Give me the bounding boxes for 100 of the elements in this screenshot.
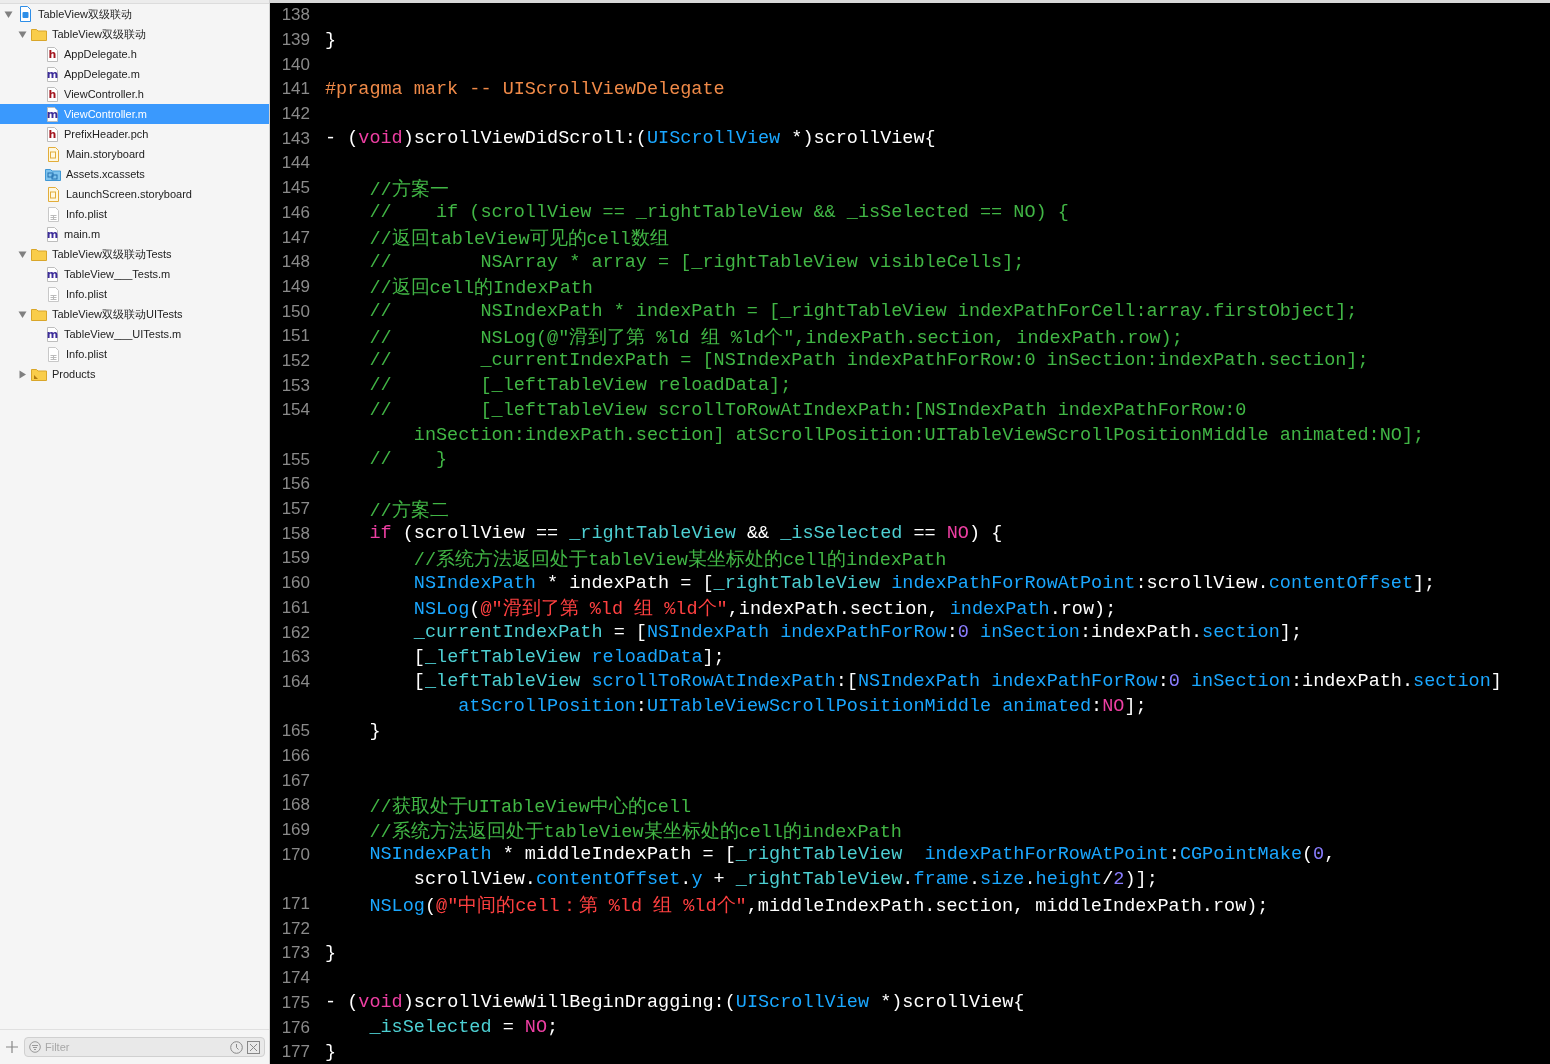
plist-file-icon	[45, 346, 61, 362]
tree-row[interactable]: Info.plist	[0, 344, 269, 364]
tree-row[interactable]: Info.plist	[0, 204, 269, 224]
tree-row[interactable]: m TableView___UITests.m	[0, 324, 269, 344]
line-number: 150	[280, 301, 310, 322]
code-line: // [_leftTableView scrollToRowAtIndexPath:[NSIndexPath indexPathForRow:0	[368, 399, 1247, 421]
code-line: //返回tableView可见的cell数组	[368, 227, 669, 251]
line-number: 173	[280, 943, 310, 964]
line-number: 145	[280, 178, 310, 199]
line-number: 170	[280, 844, 310, 865]
line-number: 171	[280, 894, 310, 915]
line-number: 148	[280, 252, 310, 273]
tree-row[interactable]: m ViewController.m	[0, 104, 269, 124]
file-name: TableView___Tests.m	[64, 268, 171, 280]
tree-row[interactable]: m main.m	[0, 224, 269, 244]
storyboard-file-icon	[45, 186, 61, 202]
disclosure-triangle-icon[interactable]	[18, 29, 27, 39]
source-file-icon: h	[46, 46, 59, 62]
tree-row[interactable]: TableView双级联动	[0, 4, 269, 24]
tree-row[interactable]: LaunchScreen.storyboard	[0, 184, 269, 204]
code-line: }	[368, 720, 381, 742]
tree-row[interactable]: h ViewController.h	[0, 84, 269, 104]
code-line: //方案一	[368, 178, 449, 201]
code-line: //系统方法返回处于tableView某坐标处的cell的indexPath	[412, 548, 947, 571]
line-number: 177	[280, 1042, 310, 1063]
line-number: 138	[280, 5, 310, 26]
line-number: 154	[280, 400, 310, 421]
code-line: //获取处于UITableView中心的cell	[368, 795, 692, 818]
code-line: // }	[368, 449, 448, 471]
source-file-icon: h	[46, 126, 59, 142]
code-line: }	[325, 1041, 337, 1063]
source-file-icon: m	[46, 66, 59, 82]
line-number: 157	[280, 499, 310, 520]
clock-icon[interactable]	[230, 1041, 243, 1054]
code-line: // NSLog(@"滑到了第 %ld 组 %ld个",indexPath.section, indexPath.row);	[368, 326, 1183, 349]
line-number: 151	[280, 326, 310, 347]
line-number: 164	[280, 671, 310, 692]
line-number: 160	[280, 573, 310, 594]
tree-row[interactable]: TableView双级联动UITests	[0, 304, 269, 324]
tree-row[interactable]: m AppDelegate.m	[0, 64, 269, 84]
line-number: 158	[280, 523, 310, 544]
file-name: Info.plist	[66, 208, 107, 220]
code-line: }	[325, 942, 337, 964]
source-file-icon: m	[46, 106, 59, 122]
line-number: 143	[280, 128, 310, 149]
tree-row[interactable]: Main.storyboard	[0, 144, 269, 164]
folder-icon	[31, 306, 47, 322]
tree-row[interactable]: Products	[0, 364, 269, 384]
file-name: PrefixHeader.pch	[64, 128, 149, 140]
code-line: [_leftTableView scrollToRowAtIndexPath:[NSIndexPath indexPathForRow:0 inSection:indexPath.section]	[412, 671, 1502, 693]
file-name: main.m	[64, 228, 101, 240]
file-name: Info.plist	[66, 288, 107, 300]
line-number: 153	[280, 375, 310, 396]
tree-row[interactable]: h AppDelegate.h	[0, 44, 269, 64]
add-icon[interactable]	[6, 1041, 18, 1053]
tree-row[interactable]: m TableView___Tests.m	[0, 264, 269, 284]
file-name: AppDelegate.h	[64, 48, 137, 60]
file-name: TableView双级联动	[52, 26, 146, 42]
source-file-icon: m	[46, 266, 59, 282]
code-line: //系统方法返回处于tableView某坐标处的cell的indexPath	[368, 820, 902, 843]
disclosure-triangle-icon[interactable]	[18, 249, 27, 259]
line-number: 161	[280, 597, 310, 618]
source-file-icon: h	[46, 86, 59, 102]
tree-row[interactable]: TableView双级联动Tests	[0, 244, 269, 264]
line-number: 144	[280, 153, 310, 174]
tree-row[interactable]: h PrefixHeader.pch	[0, 124, 269, 144]
code-line: inSection:indexPath.section] atScrollPosition:UITableViewScrollPositionMiddle animated:NO];	[412, 424, 1425, 446]
line-number: 159	[280, 548, 310, 569]
plist-file-icon	[45, 286, 61, 302]
line-number: 155	[280, 449, 310, 470]
code-line: atScrollPosition:UITableViewScrollPositionMiddle animated:NO];	[457, 696, 1147, 718]
code-line: // [_leftTableView reloadData];	[368, 375, 792, 397]
code-line: NSLog(@"中间的cell：第 %ld 组 %ld个",middleIndexPath.section, middleIndexPath.row);	[368, 894, 1269, 917]
line-number: 147	[280, 227, 310, 248]
line-number: 146	[280, 202, 310, 223]
file-name: TableView双级联动	[38, 6, 132, 22]
asset-catalog-icon	[45, 166, 61, 182]
disclosure-triangle-icon[interactable]	[18, 309, 27, 319]
line-number: 162	[280, 622, 310, 643]
code-line: _isSelected = NO;	[368, 1017, 559, 1039]
filter-field[interactable]: Filter	[24, 1037, 265, 1057]
disclosure-triangle-icon[interactable]	[18, 369, 27, 379]
code-line: // _currentIndexPath = [NSIndexPath indexPathForRow:0 inSection:indexPath.section];	[368, 350, 1369, 372]
line-number: 176	[280, 1017, 310, 1038]
folder-icon	[31, 366, 47, 382]
code-line: if (scrollView == _rightTableView && _isSelected == NO) {	[368, 523, 1003, 545]
line-number: 169	[280, 820, 310, 841]
code-line: //返回cell的IndexPath	[368, 276, 593, 300]
file-name: Main.storyboard	[66, 148, 145, 160]
project-icon	[17, 6, 33, 22]
boxed-x-icon[interactable]	[247, 1041, 260, 1054]
tree-row[interactable]: Info.plist	[0, 284, 269, 304]
code-line: scrollView.contentOffset.y + _rightTableView.frame.size.height/2)];	[412, 868, 1158, 890]
disclosure-triangle-icon[interactable]	[4, 9, 13, 19]
code-line: // NSIndexPath * indexPath = [_rightTableView indexPathForCell:array.firstObject];	[368, 301, 1358, 323]
line-number: 165	[280, 721, 310, 742]
tree-row[interactable]: Assets.xcassets	[0, 164, 269, 184]
code-line: }	[325, 29, 337, 51]
storyboard-file-icon	[45, 146, 61, 162]
tree-row[interactable]: TableView双级联动	[0, 24, 269, 44]
